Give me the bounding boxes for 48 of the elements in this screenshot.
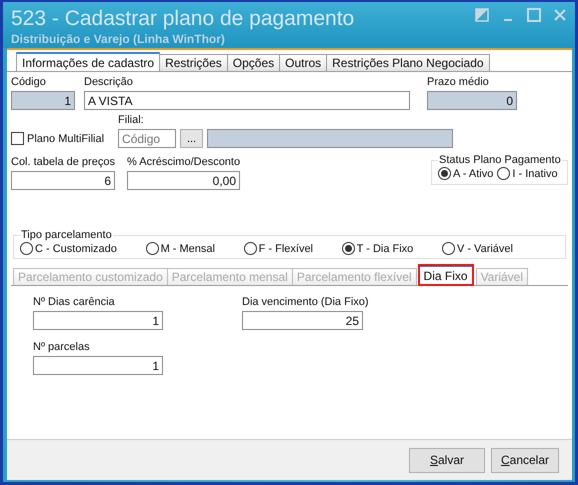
price-table-field[interactable]: 6 (11, 171, 115, 190)
field-label: Nº Dias carência (33, 295, 115, 309)
installments-field[interactable]: 1 (33, 356, 163, 375)
due-day-field[interactable]: 25 (242, 311, 363, 330)
field-label: Filial: (118, 113, 144, 127)
field-label: Descrição (84, 75, 133, 89)
field-label: Nº parcelas (33, 340, 90, 354)
field-label: Prazo médio (427, 75, 489, 89)
radio-option[interactable]: A - Ativo (438, 167, 494, 180)
surcharge-field[interactable]: 0,00 (127, 171, 240, 190)
window-subtitle: Distribuição e Varejo (Linha WinThor) (11, 32, 226, 46)
window-title: 523 - Cadastrar plano de pagamento (11, 6, 354, 32)
field-label: Código (11, 75, 46, 89)
multifilial-checkbox[interactable]: Plano MultiFilial (11, 129, 110, 148)
average-term-field[interactable]: 0 (427, 91, 517, 110)
tab[interactable]: Restrições (159, 54, 228, 71)
tab[interactable]: Informações de cadastro (16, 52, 160, 71)
radio-option[interactable]: T - Dia Fixo (342, 242, 414, 255)
tab[interactable]: Outros (279, 54, 328, 71)
group-title: Status Plano Pagamento (438, 153, 562, 167)
radio-option[interactable]: C - Customizado (20, 242, 117, 255)
branch-code-field[interactable]: Código (118, 129, 176, 148)
radio-option[interactable]: V - Variável (442, 242, 513, 255)
radio-icon[interactable] (146, 242, 159, 255)
radio-option[interactable]: F - Flexível (244, 242, 314, 255)
radio-icon[interactable] (20, 242, 33, 255)
radio-option[interactable]: I - Inativo (497, 167, 558, 180)
field-label: % Acréscimo/Desconto (127, 155, 240, 169)
radio-icon[interactable] (497, 167, 510, 180)
checkbox-icon[interactable] (11, 132, 24, 145)
field-label: Col. tabela de preços (11, 155, 115, 169)
field-label: Dia vencimento (Dia Fixo) (242, 295, 369, 309)
radio-icon[interactable] (442, 242, 455, 255)
description-field[interactable]: A VISTA (84, 91, 410, 110)
radio-option[interactable]: M - Mensal (146, 242, 215, 255)
branch-name-field[interactable] (207, 129, 454, 148)
browse-button[interactable]: ... (180, 129, 204, 148)
radio-icon[interactable] (342, 242, 355, 255)
save-button[interactable]: Salvar (409, 448, 485, 472)
grace-days-field[interactable]: 1 (33, 311, 163, 330)
radio-icon[interactable] (438, 167, 451, 180)
tab[interactable]: Dia Fixo (418, 265, 473, 285)
group-title: Tipo parcelamento (20, 228, 113, 242)
cancel-button[interactable]: Cancelar (491, 448, 559, 472)
radio-icon[interactable] (244, 242, 257, 255)
tab[interactable]: Opções (226, 54, 280, 71)
code-field[interactable]: 1 (11, 91, 75, 110)
tab[interactable]: Restrições Plano Negociado (326, 54, 490, 71)
